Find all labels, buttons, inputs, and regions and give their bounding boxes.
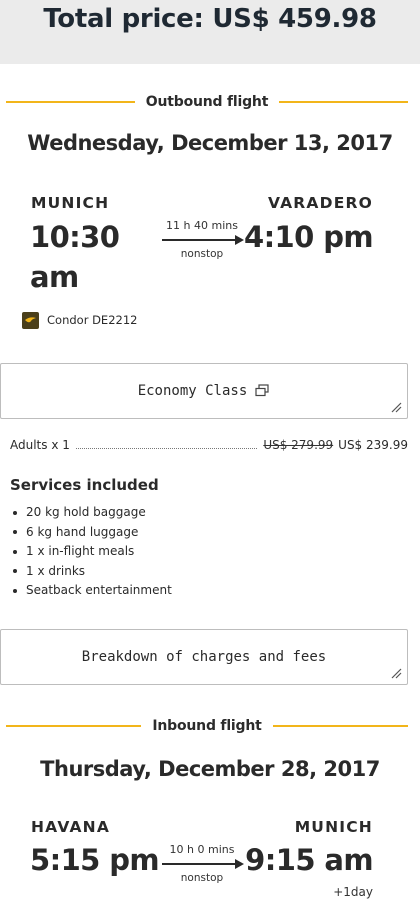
inbound-arrival-time: 9:15 am — [245, 843, 373, 877]
inbound-title: Inbound flight — [152, 718, 262, 734]
fare-row: Adults x 1 US$ 279.99 US$ 239.99 — [10, 436, 408, 454]
outbound-arrival-time: 4:10 pm — [243, 220, 374, 254]
divider-line — [279, 101, 408, 103]
outbound-departure-time: 10:30 am — [30, 220, 120, 294]
outbound-header: Outbound flight — [0, 92, 420, 112]
external-link-icon[interactable] — [255, 382, 270, 401]
total-price: Total price: US$ 459.98 — [43, 4, 377, 34]
airline-flight-number: Condor DE2212 — [47, 313, 138, 327]
day-offset-badge: +1day — [333, 885, 373, 899]
outbound-origin-city: MUNICH — [31, 194, 110, 212]
bullet-icon — [13, 510, 17, 515]
inbound-duration: 10 h 0 mins — [169, 843, 235, 856]
inbound-stops: nonstop — [180, 872, 224, 884]
arrow-right-icon — [160, 235, 244, 245]
outbound-dest-city: VARADERO — [267, 194, 373, 212]
services-list: 20 kg hold baggage 6 kg hand luggage 1 x… — [10, 503, 172, 601]
resize-grip-icon[interactable] — [390, 401, 402, 413]
list-item: 1 x in-flight meals — [10, 542, 172, 562]
outbound-flight-info: 11 h 40 mins nonstop — [160, 218, 244, 261]
inbound-departure-time: 5:15 pm — [30, 843, 160, 877]
leader-dots — [75, 447, 258, 449]
inbound-dest-city: MUNICH — [294, 818, 373, 836]
breakdown-label[interactable]: Breakdown of charges and fees — [82, 649, 326, 665]
divider-line — [272, 725, 408, 727]
total-price-bar: Total price: US$ 459.98 — [0, 0, 420, 64]
condor-logo-icon — [22, 311, 39, 329]
bullet-icon — [13, 530, 17, 535]
list-item: 1 x drinks — [10, 562, 172, 582]
breakdown-panel[interactable]: Breakdown of charges and fees — [0, 629, 408, 685]
list-item: 20 kg hold baggage — [10, 503, 172, 523]
cabin-class-panel[interactable]: Economy Class — [0, 363, 408, 419]
inbound-origin-city: HAVANA — [31, 818, 111, 836]
arrow-right-icon — [160, 859, 244, 869]
divider-line — [6, 101, 135, 103]
bullet-icon — [13, 549, 17, 554]
discounted-price: US$ 239.99 — [338, 438, 408, 452]
outbound-stops: nonstop — [180, 248, 224, 260]
outbound-duration: 11 h 40 mins — [166, 219, 238, 232]
cabin-class-label[interactable]: Economy Class — [138, 383, 248, 399]
outbound-airline: Condor DE2212 — [22, 311, 137, 329]
outbound-title: Outbound flight — [145, 94, 269, 110]
list-item: Seatback entertainment — [10, 581, 172, 601]
inbound-header: Inbound flight — [0, 716, 420, 736]
list-item: 6 kg hand luggage — [10, 523, 172, 543]
outbound-date: Wednesday, December 13, 2017 — [27, 131, 393, 155]
services-title: Services included — [10, 476, 159, 494]
passenger-count: Adults x 1 — [10, 438, 70, 452]
bullet-icon — [13, 588, 17, 593]
divider-line — [6, 725, 142, 727]
inbound-date: Thursday, December 28, 2017 — [40, 757, 380, 781]
original-price: US$ 279.99 — [263, 438, 334, 452]
inbound-flight-info: 10 h 0 mins nonstop — [160, 842, 244, 885]
bullet-icon — [13, 569, 17, 574]
resize-grip-icon[interactable] — [390, 667, 402, 679]
